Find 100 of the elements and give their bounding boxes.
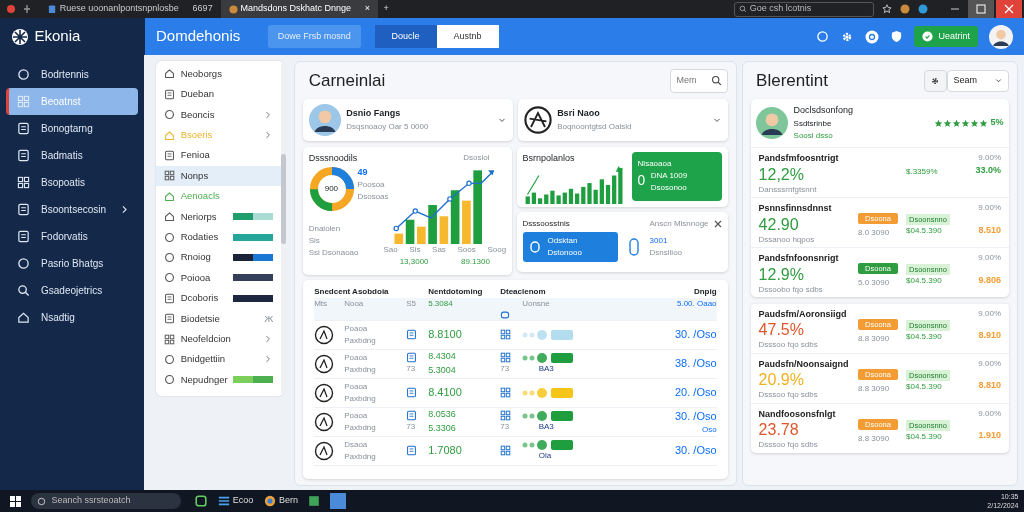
menu-item[interactable]: Neoborgs: [156, 63, 282, 85]
note-text: Sis: [308, 234, 321, 247]
star-icon: [933, 118, 943, 128]
value-text: 8.4304: [428, 350, 457, 363]
metric-caption: Dansssrnfgtsnnt: [758, 183, 818, 196]
amount-text: 30. /Oso: [675, 408, 717, 424]
menu-item[interactable]: Rnoiog: [156, 247, 282, 268]
app-icon[interactable]: [330, 493, 347, 509]
grid-icon: [164, 333, 176, 345]
highlight-tile[interactable]: Odsktan Dstonooo: [522, 232, 618, 263]
sidebar-item[interactable]: Fodorvatis: [6, 223, 139, 250]
axis-label: Sas: [432, 243, 446, 256]
scrollbar[interactable]: [281, 63, 287, 394]
contact-detail: Boqnoontgtsd Oalsld: [557, 120, 633, 133]
grid-icon: [17, 95, 30, 108]
status-dots-icon: [522, 387, 549, 398]
menu-item[interactable]: Poiooa: [156, 267, 282, 289]
card-title: Bsrnpolanlos: [522, 152, 576, 165]
new-tab-button[interactable]: +: [383, 2, 389, 16]
app-icon: [218, 495, 230, 507]
close-button[interactable]: [994, 0, 1024, 18]
sidebar-item[interactable]: Bonogtarng: [6, 115, 139, 142]
menu-item[interactable]: Neofeldcion: [156, 328, 282, 350]
app-icon[interactable]: [308, 495, 321, 507]
axis-label: Soos: [457, 243, 476, 256]
shield-icon[interactable]: [890, 30, 903, 43]
menu-item[interactable]: Biodetsie Ж: [156, 308, 282, 329]
sidebar-item[interactable]: Bsopoatis: [6, 169, 139, 196]
column-header: Dteaclenom: [500, 285, 547, 298]
circle-icon[interactable]: [816, 30, 829, 43]
address-field[interactable]: Goe csh lcotnis: [734, 1, 874, 17]
document-icon: [406, 410, 418, 422]
circle-icon: [17, 68, 30, 81]
sidebar-item[interactable]: Badmatis: [6, 142, 139, 169]
menu-item[interactable]: Neriorps: [156, 206, 282, 227]
menu-item[interactable]: Rodaties: [156, 226, 282, 248]
help-icon[interactable]: [865, 29, 879, 44]
contact-card[interactable]: Dsnio Fangs Dsqsnoaoy Oar 5 0000: [303, 99, 513, 141]
app-icon[interactable]: [6, 4, 16, 14]
contact-name: Dsnio Fangs: [346, 107, 402, 121]
donut-value: 900: [324, 182, 339, 195]
browser-tab[interactable]: Ruese uoonanlpontsnpnlosbe 6697: [40, 0, 221, 18]
amount-text: $04.5.390: [906, 430, 943, 443]
settings-icon: [930, 75, 941, 86]
sidebar-item[interactable]: Nsadtig: [6, 304, 139, 331]
menu-item[interactable]: Bnidgettiin: [156, 349, 282, 370]
document-icon: [406, 329, 418, 340]
close-tab-button[interactable]: ×: [364, 2, 370, 16]
taskbar-search[interactable]: Seanch ssrsteoatch: [31, 493, 181, 509]
change-text: 9.00%: [977, 152, 1001, 164]
status-text: Ola: [538, 449, 553, 462]
browser-tab[interactable]: Mandsdons Dskhatc Dnnge ×: [220, 0, 378, 18]
axis-label: Sis: [409, 243, 421, 256]
sidebar-item[interactable]: Pasrio Bhatgs: [6, 250, 139, 277]
search-box[interactable]: Mem: [669, 68, 728, 93]
sidebar-item[interactable]: Gsadeojetrics: [6, 277, 139, 304]
contact-card[interactable]: Bsri Naoo Boqnoontgtsd Oalsld: [518, 99, 728, 141]
taskbar-app[interactable]: Ecoo: [218, 494, 254, 508]
segment-button[interactable]: Doucle: [374, 24, 437, 49]
menu-item[interactable]: Dueban: [156, 84, 282, 105]
tab-count-text: 6697: [192, 2, 213, 16]
taskbar-app[interactable]: Bern: [264, 494, 299, 508]
logo-icon: [523, 106, 552, 134]
code-text: 73: [406, 421, 416, 434]
metric-label: Pandsfmfoosntrigt: [758, 152, 840, 165]
sidebar-item[interactable]: Bsoontsecosin: [6, 196, 139, 223]
amount-text: $04.5.390: [906, 225, 943, 238]
app-icon[interactable]: [195, 495, 207, 507]
menu-item[interactable]: Nonps: [156, 165, 282, 187]
result-value: 8.510: [978, 223, 1001, 237]
close-icon[interactable]: [714, 219, 723, 228]
circle-icon: [164, 353, 176, 365]
document-icon: [164, 292, 176, 304]
table-cell-text: 5.00. Oaao: [676, 297, 717, 310]
pin-icon[interactable]: [22, 4, 32, 14]
sidebar-item[interactable]: Bodrtennis: [6, 61, 139, 88]
star-icon: [942, 118, 952, 128]
logo-icon: [11, 27, 29, 46]
circle-icon: [164, 374, 176, 386]
page-icon: [48, 4, 57, 14]
metric-caption: Dsssoo fqo sdbs: [758, 339, 819, 351]
settings-button[interactable]: [924, 69, 947, 92]
grid-icon: [500, 329, 512, 340]
amount-text: $04.5.390: [906, 275, 943, 288]
metric-label: Paudsfn/Noonsaignd: [758, 357, 850, 371]
star-icon[interactable]: [882, 4, 892, 14]
menu-item[interactable]: Beoncis: [156, 104, 282, 125]
line-art-icon: [314, 324, 335, 345]
sort-dropdown[interactable]: Seam: [947, 69, 1009, 92]
menu-item[interactable]: Dcoboris: [156, 288, 282, 309]
segment-button[interactable]: Austnb: [436, 24, 499, 49]
detail-text: Paxbdng: [344, 363, 377, 376]
value-text: 8.0536: [428, 408, 457, 422]
menu-item[interactable]: Fenioa: [156, 145, 282, 166]
tile-title: Nlsaoaoa: [637, 157, 673, 170]
menu-item[interactable]: Nepudnger: [156, 369, 282, 390]
start-icon[interactable]: [10, 495, 21, 507]
grid-icon: [17, 176, 30, 189]
grid-icon: [500, 410, 512, 422]
metric-caption: Dsssoo fqo sdbs: [758, 439, 819, 451]
